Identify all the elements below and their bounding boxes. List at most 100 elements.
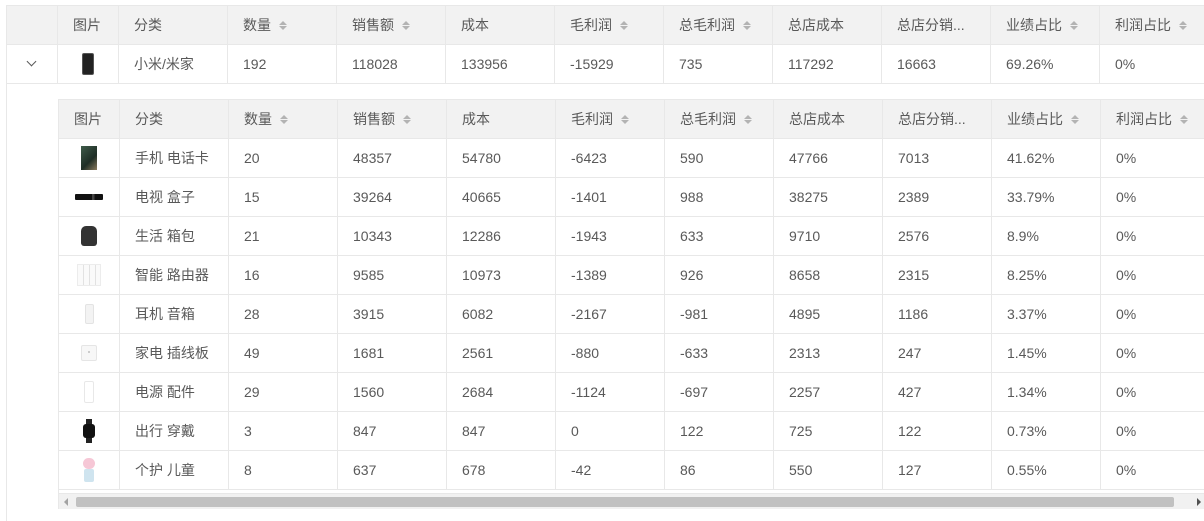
cell-category: 出行 穿戴	[120, 412, 229, 450]
cell-store-distribution: 427	[883, 373, 992, 411]
cell-total-gross-profit: 988	[665, 178, 774, 216]
cell-cost: 678	[447, 451, 556, 489]
sort-icon[interactable]	[1179, 20, 1187, 30]
header-performance-share[interactable]: 业绩占比	[991, 6, 1100, 44]
cell-gross-profit: -1943	[556, 217, 665, 255]
cell-cost: 6082	[447, 295, 556, 333]
nested-table-header: 图片 分类 数量 销售额 成本 毛利润 总毛利润 总店成本 总店分销... 业绩…	[59, 100, 1204, 139]
cell-performance-share: 41.62%	[992, 139, 1101, 177]
cell-category: 智能 路由器	[120, 256, 229, 294]
cell-performance-share: 8.25%	[992, 256, 1101, 294]
table-row[interactable]: 耳机 音箱 28 3915 6082 -2167 -981 4895 1186 3.37% 0%	[59, 295, 1204, 334]
sort-icon[interactable]	[1180, 114, 1188, 124]
nested-table: 图片 分类 数量 销售额 成本 毛利润 总毛利润 总店成本 总店分销... 业绩…	[58, 99, 1204, 509]
table-row[interactable]: 生活 箱包 21 10343 12286 -1943 633 9710 2576 8.9% 0%	[59, 217, 1204, 256]
cell-gross-profit: -42	[556, 451, 665, 489]
cell-quantity: 49	[229, 334, 338, 372]
product-image	[59, 334, 120, 372]
product-image	[59, 451, 120, 489]
product-image	[59, 178, 120, 216]
speaker-icon	[84, 304, 94, 324]
cell-category: 生活 箱包	[120, 217, 229, 255]
cell-store-cost: 47766	[774, 139, 883, 177]
cell-store-cost: 725	[774, 412, 883, 450]
cell-store-distribution: 7013	[883, 139, 992, 177]
table-row-parent[interactable]: 小米/米家 192 118028 133956 -15929 735 11729…	[7, 45, 1204, 84]
cell-cost: 40665	[447, 178, 556, 216]
cell-quantity: 20	[229, 139, 338, 177]
header-profit-share[interactable]: 利润占比	[1100, 6, 1204, 44]
cell-total-gross-profit: 122	[665, 412, 774, 450]
table-row[interactable]: 电源 配件 29 1560 2684 -1124 -697 2257 427 1.34% 0%	[59, 373, 1204, 412]
sort-icon[interactable]	[744, 114, 752, 124]
scrollbar-thumb[interactable]	[76, 497, 1174, 507]
cell-profit-share: 0%	[1101, 217, 1204, 255]
expand-toggle[interactable]	[7, 45, 58, 83]
header-sales[interactable]: 销售额	[338, 100, 447, 138]
cell-profit-share: 0%	[1101, 334, 1204, 372]
cell-sales: 10343	[338, 217, 447, 255]
cell-store-distribution: 2315	[883, 256, 992, 294]
cell-performance-share: 0.73%	[992, 412, 1101, 450]
product-image	[59, 412, 120, 450]
cell-store-distribution: 247	[883, 334, 992, 372]
cell-profit-share: 0%	[1101, 295, 1204, 333]
cell-profit-share: 0%	[1101, 256, 1204, 294]
table-row[interactable]: 家电 插线板 49 1681 2561 -880 -633 2313 247 1.45% 0%	[59, 334, 1204, 373]
cell-profit-share: 0%	[1101, 139, 1204, 177]
header-profit-share[interactable]: 利润占比	[1101, 100, 1204, 138]
scroll-right-icon[interactable]	[1197, 498, 1201, 506]
cell-sales: 48357	[338, 139, 447, 177]
cell-store-cost: 2313	[774, 334, 883, 372]
sort-icon[interactable]	[620, 20, 628, 30]
sort-icon[interactable]	[279, 20, 287, 30]
sort-icon[interactable]	[402, 20, 410, 30]
sort-icon[interactable]	[1070, 20, 1078, 30]
table-row[interactable]: 智能 路由器 16 9585 10973 -1389 926 8658 2315 8.25% 0%	[59, 256, 1204, 295]
sort-icon[interactable]	[743, 20, 751, 30]
header-quantity[interactable]: 数量	[228, 6, 337, 44]
header-performance-share[interactable]: 业绩占比	[992, 100, 1101, 138]
cell-total-gross-profit: 926	[665, 256, 774, 294]
table-row[interactable]: 出行 穿戴 3 847 847 0 122 725 122 0.73% 0%	[59, 412, 1204, 451]
header-quantity[interactable]: 数量	[229, 100, 338, 138]
scroll-left-icon[interactable]	[64, 498, 68, 506]
cell-gross-profit: -880	[556, 334, 665, 372]
table-header: 图片 分类 数量 销售额 成本 毛利润 总毛利润 总店成本 总店分销... 业绩…	[7, 6, 1204, 45]
table-row[interactable]: 个护 儿童 8 637 678 -42 86 550 127 0.55% 0%	[59, 451, 1204, 490]
watch-icon	[83, 419, 95, 443]
sort-icon[interactable]	[1071, 114, 1079, 124]
router-icon	[77, 264, 101, 286]
cell-sales: 637	[338, 451, 447, 489]
header-gross-profit[interactable]: 毛利润	[555, 6, 664, 44]
horizontal-scrollbar[interactable]	[59, 493, 1204, 509]
bag-icon	[81, 226, 97, 246]
sort-icon[interactable]	[403, 114, 411, 124]
cell-store-cost: 9710	[774, 217, 883, 255]
cell-quantity: 21	[229, 217, 338, 255]
header-total-gross-profit[interactable]: 总毛利润	[664, 6, 773, 44]
sort-icon[interactable]	[621, 114, 629, 124]
sort-icon[interactable]	[280, 114, 288, 124]
header-total-gross-profit[interactable]: 总毛利润	[665, 100, 774, 138]
cell-gross-profit: -1401	[556, 178, 665, 216]
doll-icon	[81, 458, 97, 482]
cell-cost: 133956	[446, 45, 555, 83]
cell-quantity: 28	[229, 295, 338, 333]
cell-quantity: 192	[228, 45, 337, 83]
header-image: 图片	[58, 6, 119, 44]
table-row[interactable]: 手机 电话卡 20 48357 54780 -6423 590 47766 7013 41.62…	[59, 139, 1204, 178]
cell-profit-share: 0%	[1101, 373, 1204, 411]
cell-total-gross-profit: 735	[664, 45, 773, 83]
table-row[interactable]: 电视 盒子 15 39264 40665 -1401 988 38275 2389 33.79%…	[59, 178, 1204, 217]
cell-store-cost: 4895	[774, 295, 883, 333]
cell-category: 电视 盒子	[120, 178, 229, 216]
header-sales[interactable]: 销售额	[337, 6, 446, 44]
cell-sales: 1681	[338, 334, 447, 372]
cell-sales: 39264	[338, 178, 447, 216]
cell-quantity: 3	[229, 412, 338, 450]
cell-store-cost: 117292	[773, 45, 882, 83]
header-gross-profit[interactable]: 毛利润	[556, 100, 665, 138]
chevron-down-icon[interactable]	[26, 58, 38, 70]
cell-profit-share: 0%	[1101, 451, 1204, 489]
